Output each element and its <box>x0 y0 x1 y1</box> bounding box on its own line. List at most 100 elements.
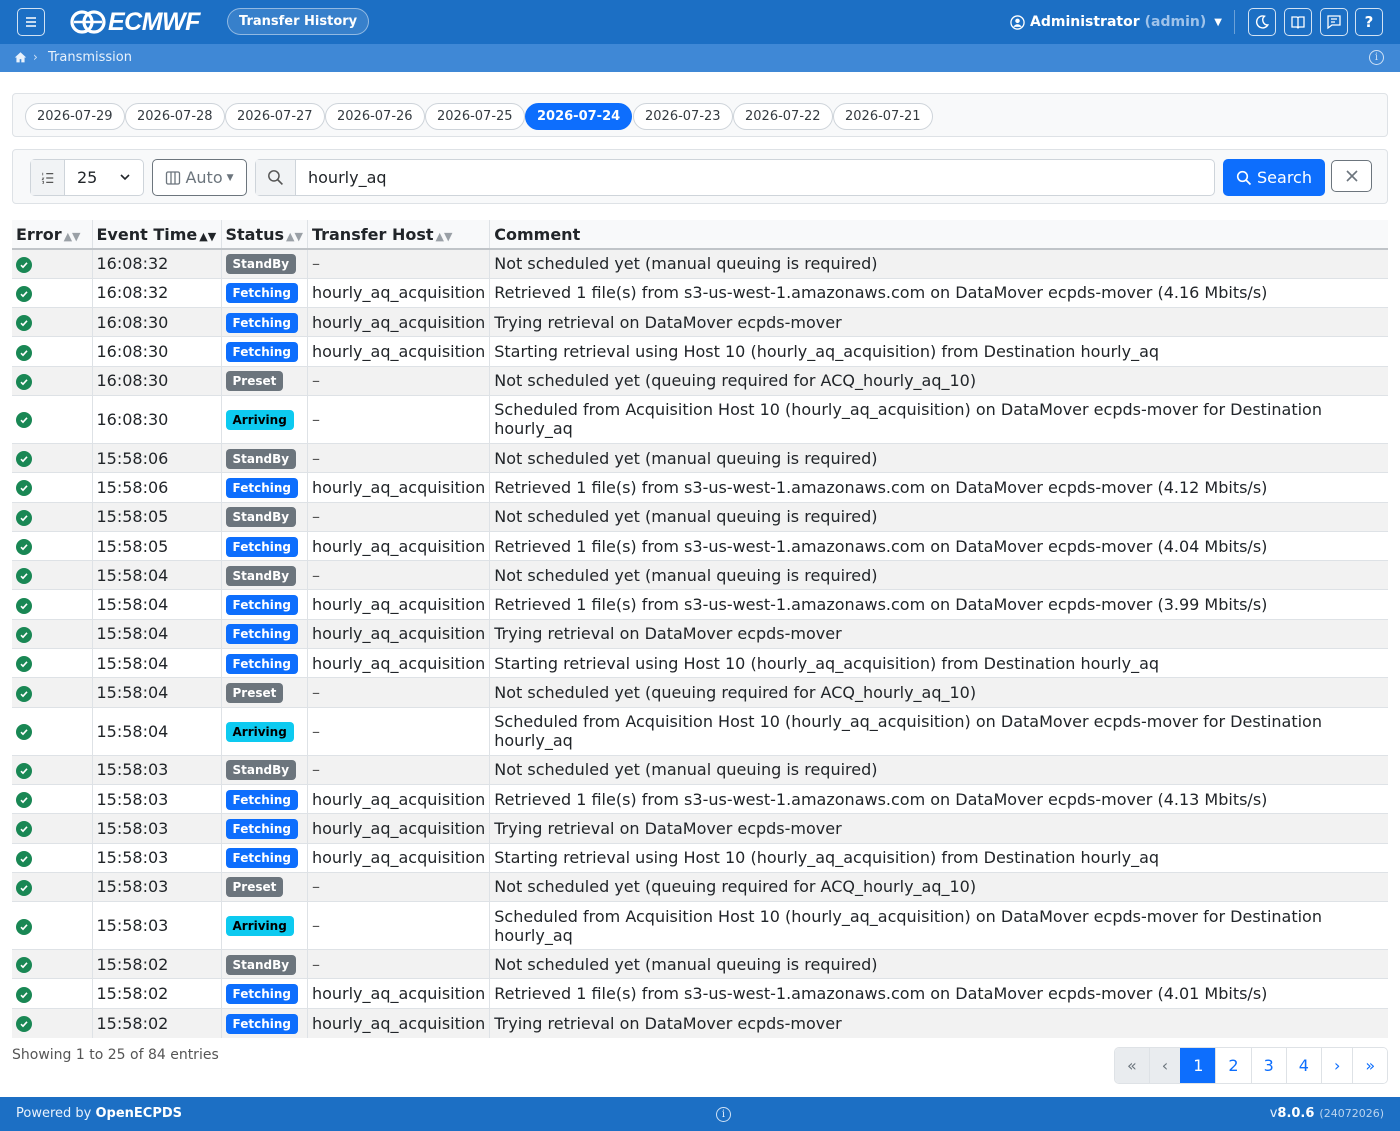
first-page-button[interactable]: « <box>1115 1048 1149 1083</box>
table-row[interactable]: 15:58:02 Fetching hourly_aq_acquisition Ret… <box>12 978 1388 1009</box>
table-row[interactable]: 15:58:04 Fetching hourly_aq_acquisition Ret… <box>12 589 1388 620</box>
date-tab[interactable]: 2026-07-23 <box>633 103 733 130</box>
page-button-2[interactable]: 2 <box>1215 1048 1251 1083</box>
date-tab[interactable]: 2026-07-21 <box>833 103 933 130</box>
event-time-cell: 15:58:04 <box>91 618 221 649</box>
check-circle-icon <box>16 724 32 741</box>
search-input[interactable] <box>296 160 1214 195</box>
page-button-3[interactable]: 3 <box>1250 1048 1286 1083</box>
table-row[interactable]: 16:08:32 StandBy – Not scheduled yet (manua… <box>12 248 1388 279</box>
table-row[interactable]: 15:58:03 Fetching hourly_aq_acquisition Ret… <box>12 783 1388 814</box>
documentation-button[interactable] <box>1284 8 1312 36</box>
table-row[interactable]: 15:58:05 StandBy – Not scheduled yet (manua… <box>12 501 1388 532</box>
breadcrumb-current: Transmission <box>48 50 132 65</box>
error-cell <box>12 949 92 979</box>
table-row[interactable]: 16:08:30 Fetching hourly_aq_acquisition Try… <box>12 307 1388 337</box>
column-header-status[interactable]: Status ▲▼ <box>220 220 308 250</box>
table-row[interactable]: 15:58:06 StandBy – Not scheduled yet (manua… <box>12 442 1388 473</box>
columns-icon <box>166 170 181 185</box>
info-icon[interactable]: i <box>716 1107 731 1122</box>
check-circle-icon <box>16 1016 32 1033</box>
status-cell: Fetching <box>220 530 308 561</box>
column-header-comment: Comment <box>489 220 1388 250</box>
transfer-history-table: Error ▲▼ Event Time ▲▼ Status ▲▼ Transfer H… <box>12 220 1388 1038</box>
clear-search-button[interactable] <box>1331 160 1372 192</box>
column-visibility-button[interactable]: Auto ▼ <box>152 159 247 196</box>
transfer-host-cell: – <box>306 871 490 902</box>
powered-by-link[interactable]: OpenECPDS <box>96 1106 183 1121</box>
table-row[interactable]: 15:58:03 Fetching hourly_aq_acquisition Sta… <box>12 842 1388 873</box>
error-cell <box>12 501 92 532</box>
page-button-1[interactable]: 1 <box>1180 1048 1216 1083</box>
dark-mode-toggle-button[interactable] <box>1248 8 1276 36</box>
help-button[interactable]: ? <box>1355 8 1383 36</box>
sort-icon: ▲▼ <box>63 229 81 243</box>
ecmwf-logo[interactable]: ECMWF <box>70 8 200 36</box>
table-row[interactable]: 15:58:04 Fetching hourly_aq_acquisition Try… <box>12 618 1388 649</box>
table-row[interactable]: 15:58:03 StandBy – Not scheduled yet (manua… <box>12 754 1388 785</box>
error-cell <box>12 307 92 337</box>
table-row[interactable]: 15:58:04 Arriving – Scheduled from Acquisit… <box>12 706 1388 756</box>
error-cell <box>12 365 92 396</box>
column-header-error[interactable]: Error ▲▼ <box>12 220 92 250</box>
error-cell <box>12 248 92 279</box>
next-page-button[interactable]: › <box>1320 1048 1353 1083</box>
column-header-transfer-host[interactable]: Transfer Host ▲▼ <box>306 220 490 250</box>
date-tab[interactable]: 2026-07-27 <box>225 103 325 130</box>
error-cell <box>12 978 92 1009</box>
last-page-button[interactable]: » <box>1352 1048 1388 1083</box>
previous-page-button[interactable]: ‹ <box>1148 1048 1181 1083</box>
event-time-cell: 16:08:30 <box>91 365 221 396</box>
status-cell: Fetching <box>220 813 308 844</box>
table-row[interactable]: 15:58:03 Arriving – Scheduled from Acquisit… <box>12 901 1388 950</box>
table-row[interactable]: 16:08:30 Fetching hourly_aq_acquisition Sta… <box>12 336 1388 367</box>
error-cell <box>12 530 92 561</box>
table-row[interactable]: 15:58:02 Fetching hourly_aq_acquisition Try… <box>12 1007 1388 1038</box>
date-tab[interactable]: 2026-07-26 <box>325 103 425 130</box>
user-menu[interactable]: Administrator (admin) ▼ <box>1010 8 1222 36</box>
event-time-cell: 15:58:06 <box>91 472 221 503</box>
date-tab[interactable]: 2026-07-28 <box>125 103 225 130</box>
menu-toggle-button[interactable] <box>17 8 45 36</box>
table-row[interactable]: 16:08:32 Fetching hourly_aq_acquisition Ret… <box>12 277 1388 308</box>
date-tab-active[interactable]: 2026-07-24 <box>525 103 633 130</box>
sort-icon: ▲▼ <box>286 229 303 243</box>
error-cell <box>12 842 92 873</box>
page-length-select[interactable]: 25 <box>30 159 144 196</box>
search-button[interactable]: Search <box>1223 159 1325 196</box>
powered-by: Powered by OpenECPDS <box>16 1106 182 1121</box>
date-tab[interactable]: 2026-07-29 <box>25 103 125 130</box>
page-title-pill[interactable]: Transfer History <box>227 8 370 35</box>
status-cell: Fetching <box>220 336 308 367</box>
check-circle-icon <box>16 412 32 429</box>
table-row[interactable]: 15:58:06 Fetching hourly_aq_acquisition Ret… <box>12 472 1388 503</box>
page-button-4[interactable]: 4 <box>1285 1048 1321 1083</box>
table-row[interactable]: 15:58:03 Preset – Not scheduled yet (queuin… <box>12 871 1388 902</box>
info-icon[interactable]: i <box>1369 50 1384 65</box>
home-icon[interactable] <box>14 51 27 64</box>
check-circle-icon <box>16 918 32 935</box>
status-badge: Fetching <box>225 818 298 839</box>
check-circle-icon <box>16 285 32 302</box>
table-row[interactable]: 15:58:05 Fetching hourly_aq_acquisition Ret… <box>12 530 1388 561</box>
column-header-event-time[interactable]: Event Time ▲▼ <box>91 220 221 250</box>
date-tab[interactable]: 2026-07-25 <box>425 103 525 130</box>
transfer-host-cell: – <box>306 442 490 473</box>
messages-button[interactable] <box>1320 8 1348 36</box>
table-row[interactable]: 15:58:04 StandBy – Not scheduled yet (manua… <box>12 560 1388 590</box>
table-row[interactable]: 15:58:03 Fetching hourly_aq_acquisition Try… <box>12 813 1388 844</box>
transfer-host-cell: – <box>306 706 490 756</box>
table-row[interactable]: 16:08:30 Arriving – Scheduled from Acquisit… <box>12 394 1388 444</box>
table-row[interactable]: 15:58:02 StandBy – Not scheduled yet (manua… <box>12 949 1388 979</box>
column-header-label: Transfer Host <box>311 224 434 244</box>
comment-cell: Trying retrieval on DataMover ecpds-move… <box>489 618 1388 649</box>
date-tab[interactable]: 2026-07-22 <box>733 103 833 130</box>
status-badge: Preset <box>225 877 284 898</box>
check-circle-icon <box>16 597 32 614</box>
table-row[interactable]: 15:58:04 Fetching hourly_aq_acquisition Sta… <box>12 648 1388 678</box>
table-row[interactable]: 15:58:04 Preset – Not scheduled yet (queuin… <box>12 677 1388 708</box>
status-badge: Fetching <box>225 536 298 557</box>
status-cell: Fetching <box>220 842 308 873</box>
check-circle-icon <box>16 685 32 702</box>
table-row[interactable]: 16:08:30 Preset – Not scheduled yet (queuin… <box>12 365 1388 396</box>
